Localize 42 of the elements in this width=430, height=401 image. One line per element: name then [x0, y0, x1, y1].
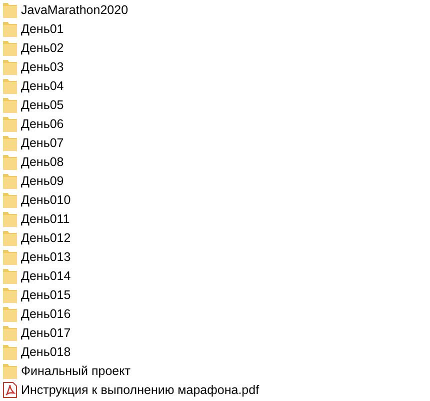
folder-icon — [3, 58, 17, 74]
folder-icon — [3, 324, 17, 340]
folder-icon — [3, 40, 17, 56]
folder-name[interactable]: День018 — [21, 344, 71, 358]
folder-name[interactable]: Финальный проект — [21, 364, 130, 378]
folder-icon — [3, 248, 17, 264]
folder-icon — [3, 172, 17, 188]
folder-name[interactable]: День015 — [21, 288, 71, 302]
folder-name[interactable]: День010 — [21, 192, 71, 206]
folder-name[interactable]: День01 — [21, 22, 64, 36]
folder-icon — [3, 286, 17, 302]
folder-icon — [3, 154, 17, 170]
folder-icon — [3, 192, 17, 208]
folder-icon — [3, 268, 17, 284]
folder-name[interactable]: День05 — [21, 98, 64, 112]
folder-name[interactable]: День016 — [21, 306, 71, 320]
folder-icon — [3, 2, 17, 18]
folder-name[interactable]: День02 — [21, 40, 64, 54]
folder-icon — [3, 116, 17, 132]
folder-name[interactable]: День013 — [21, 250, 71, 264]
folder-icon — [3, 306, 17, 322]
file-name[interactable]: Инструкция к выполнению марафона.pdf — [21, 382, 260, 396]
folder-name[interactable]: День09 — [21, 174, 64, 188]
folder-name[interactable]: День014 — [21, 268, 71, 282]
folder-icon — [3, 210, 17, 226]
folder-name[interactable]: День03 — [21, 60, 64, 74]
folder-name[interactable]: JavaMarathon2020 — [21, 2, 128, 16]
folder-icon — [3, 362, 17, 378]
folder-name[interactable]: День06 — [21, 116, 64, 130]
folder-icon — [3, 78, 17, 94]
folder-name[interactable]: День08 — [21, 154, 64, 168]
folder-icon — [3, 96, 17, 112]
folder-icon — [3, 344, 17, 360]
folder-name[interactable]: День011 — [21, 212, 70, 226]
folder-name[interactable]: День04 — [21, 78, 64, 92]
folder-icon — [3, 20, 17, 36]
folder-name[interactable]: День012 — [21, 230, 71, 244]
folder-name[interactable]: День07 — [21, 136, 64, 150]
folder-icon — [3, 230, 17, 246]
folder-icon — [3, 134, 17, 150]
pdf-file-icon — [3, 382, 17, 398]
folder-name[interactable]: День017 — [21, 326, 71, 340]
